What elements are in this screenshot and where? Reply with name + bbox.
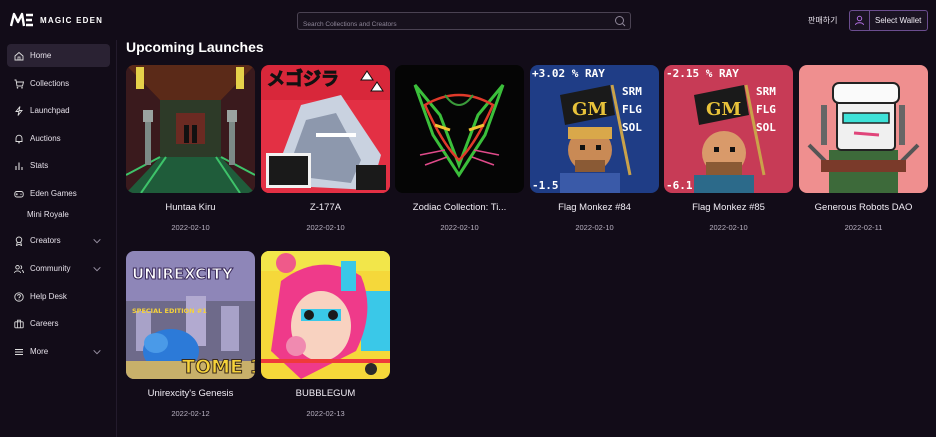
launch-card-unirexcity-genesis[interactable]: UNIREXCITY SPECIAL EDITION #1 TOME 1 Uni… (126, 251, 255, 425)
unirexcity-art-title: UNIREXCITY (132, 265, 234, 283)
ribbon-icon (15, 236, 23, 246)
sidebar: Home Collections Launchpad Auctions Stat… (0, 40, 117, 437)
monkez84-ticker-line-3: FLG (622, 103, 642, 116)
sidebar-item-creators[interactable]: Creators (7, 229, 110, 252)
monkez84-flag-text: GM (572, 99, 607, 120)
monkez84-ticker-line-4: SOL (622, 121, 642, 134)
sidebar-item-stats[interactable]: Stats (7, 154, 110, 177)
sidebar-item-launchpad[interactable]: Launchpad (7, 99, 110, 122)
collection-image[interactable] (261, 251, 390, 379)
launch-card-zodiac-collection[interactable]: Zodiac Collection: Ti... 2022-02-10 (395, 65, 524, 239)
collection-image[interactable] (799, 65, 928, 193)
launch-card-generous-robots-dao[interactable]: Generous Robots DAO 2022-02-11 (799, 65, 928, 239)
chevron-down-icon[interactable] (92, 347, 102, 357)
sidebar-item-label: Community (30, 264, 71, 273)
home-icon (14, 51, 24, 60)
search-input[interactable] (298, 16, 598, 33)
sell-link[interactable]: 판매하기 (808, 15, 837, 26)
unirexcity-art-subtitle: SPECIAL EDITION #1 (132, 307, 207, 315)
collection-image[interactable]: +3.02 % RAY SRM FLG SOL -1.5 SOL GM (530, 65, 659, 193)
sidebar-item-community[interactable]: Community (7, 257, 110, 280)
launch-date: 2022-02-12 (171, 409, 210, 418)
launch-card-flag-monkez-85[interactable]: -2.15 % RAY SRM FLG SOL -6.1 SOL GM Flag… (664, 65, 793, 239)
monkez85-ticker-line-3: FLG (756, 103, 776, 116)
select-wallet-label: Select Wallet (875, 16, 922, 25)
collection-name[interactable]: Z-177A (261, 202, 390, 213)
sidebar-item-label: Mini Royale (27, 210, 69, 219)
launch-date: 2022-02-10 (575, 223, 614, 232)
sidebar-item-label: Collections (30, 79, 70, 88)
bar-chart-icon (15, 162, 23, 170)
collection-image[interactable] (126, 65, 255, 193)
sidebar-item-label: Help Desk (30, 292, 67, 301)
launch-card-bubblegum[interactable]: BUBBLEGUM 2022-02-13 (261, 251, 390, 425)
sidebar-item-label: Eden Games (30, 189, 77, 198)
sidebar-item-careers[interactable]: Careers (7, 312, 110, 335)
sidebar-item-home[interactable]: Home (7, 44, 110, 67)
collection-image[interactable]: メゴジラ (261, 65, 390, 193)
collection-name[interactable]: Generous Robots DAO (799, 202, 928, 213)
page-title: Upcoming Launches (126, 39, 264, 55)
logo-mark-icon (10, 12, 33, 27)
select-wallet-button[interactable]: Select Wallet (849, 10, 928, 31)
collection-name[interactable]: BUBBLEGUM (261, 388, 390, 399)
monkez84-ticker-line-2: SRM (622, 85, 642, 98)
launch-card-flag-monkez-84[interactable]: +3.02 % RAY SRM FLG SOL -1.5 SOL GM Flag… (530, 65, 659, 239)
collection-name[interactable]: Unirexcity's Genesis (126, 388, 255, 399)
unirexcity-art-tome: TOME 1 (182, 356, 255, 378)
search-box[interactable] (297, 12, 631, 33)
launch-date: 2022-02-10 (171, 223, 210, 232)
sidebar-item-auctions[interactable]: Auctions (7, 127, 110, 150)
launch-date: 2022-02-13 (306, 409, 345, 418)
magic-eden-logo[interactable]: MAGIC EDEN (10, 12, 103, 28)
monkez85-ticker-line-4: SOL (756, 121, 776, 134)
sidebar-item-help-desk[interactable]: Help Desk (7, 285, 110, 308)
help-icon (14, 291, 24, 302)
sidebar-item-mini-royale[interactable]: Mini Royale (7, 203, 110, 226)
launch-date: 2022-02-10 (306, 223, 345, 232)
search-icon[interactable] (614, 15, 626, 27)
sidebar-item-collections[interactable]: Collections (7, 72, 110, 95)
menu-icon (15, 348, 23, 355)
launch-card-z-177a[interactable]: メゴジラ Z-177A 2022-02-10 (261, 65, 390, 239)
users-icon (14, 264, 24, 273)
launch-date: 2022-02-11 (844, 223, 883, 232)
collection-image[interactable] (395, 65, 524, 193)
monkez85-ticker-line-2: SRM (756, 85, 776, 98)
sidebar-item-label: Creators (30, 236, 61, 245)
top-header: MAGIC EDEN 판매하기 Select Wallet (0, 0, 936, 40)
chevron-down-icon[interactable] (92, 264, 102, 274)
collection-image[interactable]: -2.15 % RAY SRM FLG SOL -6.1 SOL GM (664, 65, 793, 193)
lightning-icon (15, 105, 23, 116)
sidebar-item-label: Stats (30, 161, 49, 170)
launch-date: 2022-02-10 (440, 223, 479, 232)
wallet-icon-box (850, 11, 870, 30)
logo-text: MAGIC EDEN (40, 15, 104, 25)
briefcase-icon (14, 319, 24, 328)
gamepad-icon (14, 190, 24, 197)
collection-image[interactable]: UNIREXCITY SPECIAL EDITION #1 TOME 1 (126, 251, 255, 379)
z177a-art-text: メゴジラ (267, 68, 339, 90)
chevron-down-icon[interactable] (92, 236, 102, 246)
monkez85-ticker-line-1: -2.15 % RAY (666, 67, 739, 80)
sidebar-item-label: Careers (30, 319, 59, 328)
sidebar-item-label: More (30, 347, 49, 356)
cart-icon (14, 79, 24, 89)
monkez84-ticker-line-1: +3.02 % RAY (532, 67, 605, 80)
collection-name[interactable]: Flag Monkez #84 (530, 202, 659, 213)
bell-icon (15, 134, 23, 143)
launch-card-huntaa-kiru[interactable]: Huntaa Kiru 2022-02-10 (126, 65, 255, 239)
sidebar-item-eden-games[interactable]: Eden Games (7, 182, 110, 205)
launch-date: 2022-02-10 (709, 223, 748, 232)
sidebar-item-label: Home (30, 51, 52, 60)
sidebar-item-label: Auctions (30, 134, 61, 143)
sidebar-item-more[interactable]: More (7, 340, 110, 363)
user-icon (855, 15, 864, 26)
collection-name[interactable]: Flag Monkez #85 (664, 202, 793, 213)
collection-name[interactable]: Zodiac Collection: Ti... (395, 202, 524, 213)
sidebar-item-label: Launchpad (30, 106, 70, 115)
collection-name[interactable]: Huntaa Kiru (126, 202, 255, 213)
monkez85-flag-text: GM (706, 99, 741, 120)
